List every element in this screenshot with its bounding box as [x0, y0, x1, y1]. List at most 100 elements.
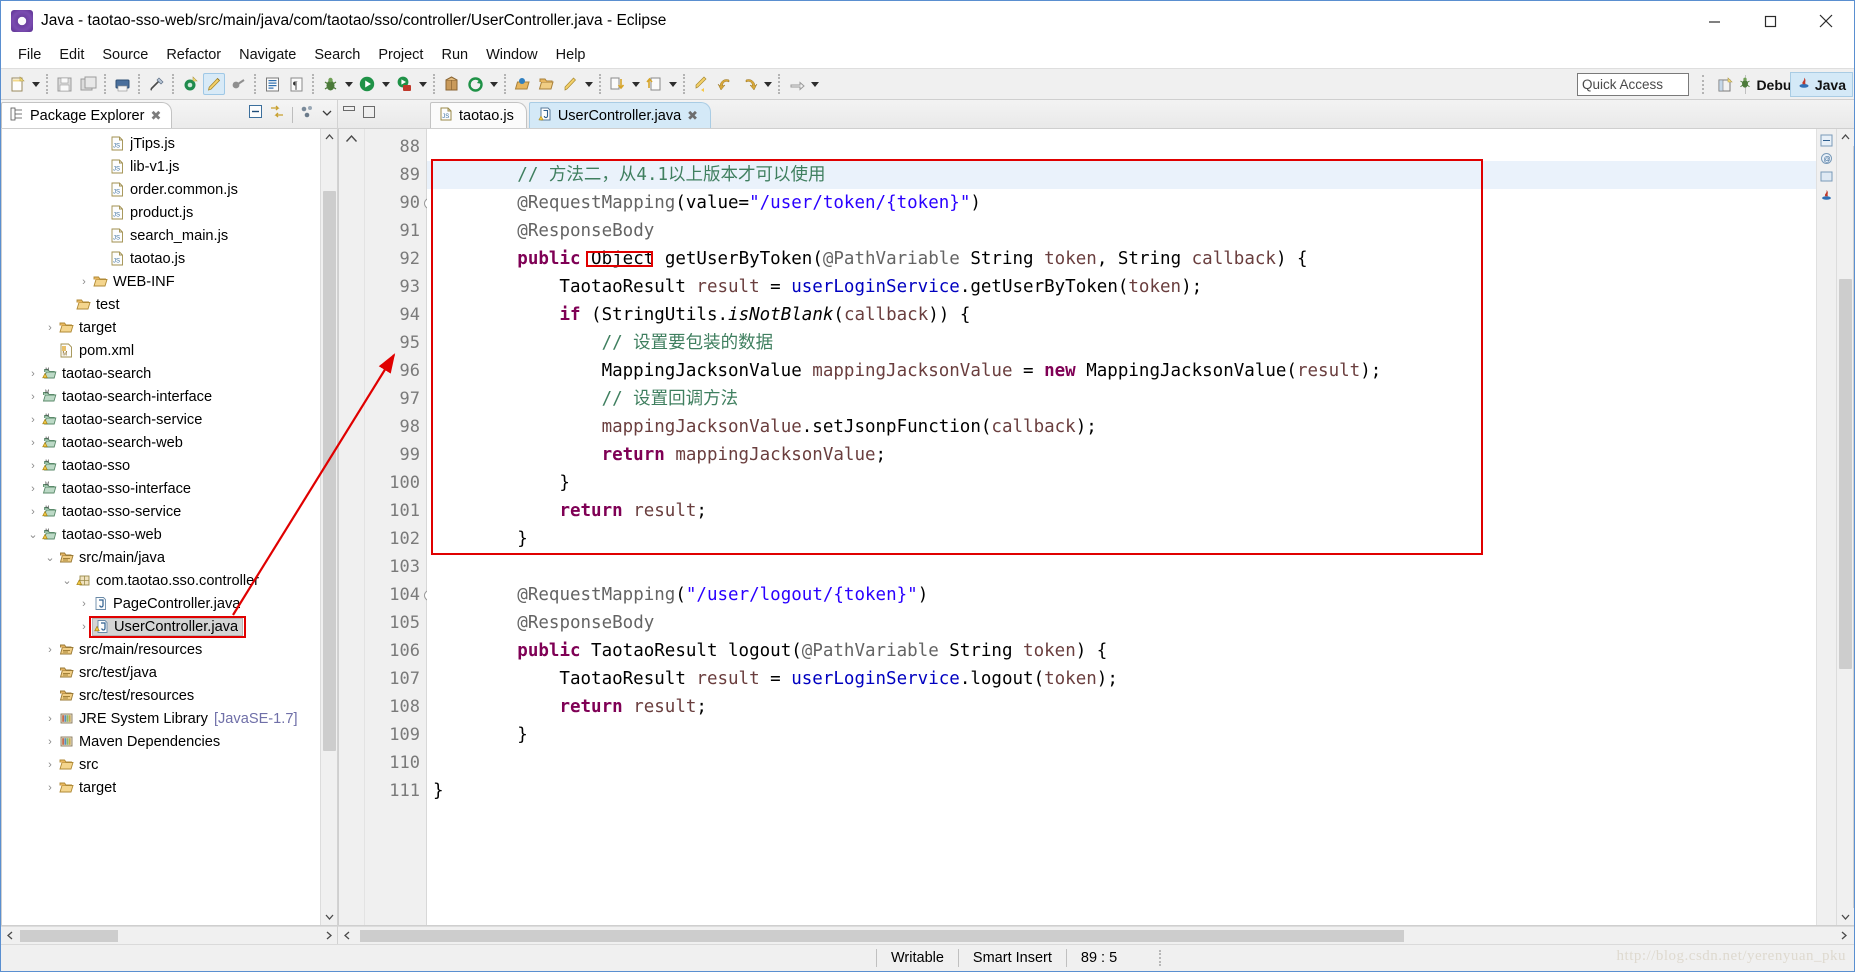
tree-item-web-inf[interactable]: › WEB-INF: [2, 270, 320, 293]
chevron-right-icon[interactable]: ›: [76, 598, 92, 610]
code-line[interactable]: }: [427, 525, 1816, 553]
tree-item-taotao-search-service[interactable]: › Mtaotao-search-service: [2, 408, 320, 431]
new-wizard-icon[interactable]: [6, 73, 28, 95]
overview-marker-java-icon[interactable]: [1819, 187, 1834, 202]
tree-item-taotao-search[interactable]: › Mtaotao-search: [2, 362, 320, 385]
scroll-up-icon[interactable]: [320, 129, 337, 146]
code-line[interactable]: @ResponseBody: [427, 609, 1816, 637]
back-icon[interactable]: [714, 73, 736, 95]
close-icon[interactable]: ✖: [687, 108, 698, 124]
toggle-mark-occurrences-icon[interactable]: [145, 73, 167, 95]
refresh-dropdown-icon[interactable]: [487, 73, 500, 95]
scroll-up-icon[interactable]: [1836, 129, 1854, 146]
new-package-wizard-icon[interactable]: [440, 73, 462, 95]
tree-item-usercontroller-java[interactable]: › UserController.java: [2, 615, 320, 638]
code-line[interactable]: return result;: [427, 693, 1816, 721]
tree-item-jre-system-library[interactable]: › JRE System Library [JavaSE-1.7]: [2, 707, 320, 730]
tree-item-taotao-sso-web[interactable]: ⌄ Mtaotao-sso-web: [2, 523, 320, 546]
run-external-dropdown-icon[interactable]: [416, 73, 429, 95]
run-external-tools-icon[interactable]: [393, 73, 415, 95]
tree-item-search-main-js[interactable]: ›JSsearch_main.js: [2, 224, 320, 247]
tree-item-pom-xml[interactable]: ›Mpom.xml: [2, 339, 320, 362]
code-line[interactable]: MappingJacksonValue mappingJacksonValue …: [427, 357, 1816, 385]
package-explorer-tree[interactable]: › JS jTips.js › JS lib-v1.js › JS order.common.j…: [2, 129, 320, 925]
code-line[interactable]: }: [427, 469, 1816, 497]
next-annotation-icon[interactable]: [606, 73, 628, 95]
code-line[interactable]: TaotaoResult result = userLoginService.l…: [427, 665, 1816, 693]
menu-window[interactable]: Window: [477, 45, 547, 65]
view-chevron-icon[interactable]: [321, 106, 333, 124]
menu-navigate[interactable]: Navigate: [230, 45, 305, 65]
tree-item-src[interactable]: › src: [2, 753, 320, 776]
minimize-view-icon[interactable]: [342, 105, 356, 124]
maximize-view-icon[interactable]: [362, 105, 376, 124]
overview-marker-icon[interactable]: [1819, 133, 1834, 148]
code-line[interactable]: mappingJacksonValue.setJsonpFunction(cal…: [427, 413, 1816, 441]
code-line[interactable]: @ResponseBody: [427, 217, 1816, 245]
previous-annotation-icon[interactable]: [643, 73, 665, 95]
code-line[interactable]: if (StringUtils.isNotBlank(callback)) {: [427, 301, 1816, 329]
chevron-right-icon[interactable]: ›: [76, 621, 92, 633]
tree-item-src-test-java[interactable]: ›src/test/java: [2, 661, 320, 684]
search-icon[interactable]: [559, 73, 581, 95]
debug-dropdown-icon[interactable]: [342, 73, 355, 95]
chevron-right-icon[interactable]: ›: [42, 736, 58, 748]
quick-fix-pencil-icon[interactable]: [203, 73, 225, 95]
last-edit-location-icon[interactable]: [690, 73, 712, 95]
chevron-right-icon[interactable]: ›: [25, 460, 41, 472]
editor-left-gutter[interactable]: [339, 129, 365, 925]
tree-hscroll-thumb[interactable]: [20, 930, 118, 942]
scroll-down-icon[interactable]: [1836, 908, 1854, 925]
debug-icon[interactable]: [319, 73, 341, 95]
show-whitespace-icon[interactable]: ¶: [285, 73, 307, 95]
menu-edit[interactable]: Edit: [50, 45, 93, 65]
editor-tab-usercontroller-java[interactable]: UserController.java ✖: [528, 102, 712, 128]
code-line[interactable]: [427, 553, 1816, 581]
chevron-right-icon[interactable]: ›: [42, 713, 58, 725]
chevron-down-icon[interactable]: ⌄: [25, 528, 41, 541]
code-line[interactable]: [427, 133, 1816, 161]
tree-item-taotao-search-interface[interactable]: › Mtaotao-search-interface: [2, 385, 320, 408]
scroll-right-icon[interactable]: [1834, 927, 1852, 945]
tree-item-lib-v1-js[interactable]: ›JSlib-v1.js: [2, 155, 320, 178]
tree-item-product-js[interactable]: ›JSproduct.js: [2, 201, 320, 224]
tree-item-taotao-sso-service[interactable]: › Mtaotao-sso-service: [2, 500, 320, 523]
menu-search[interactable]: Search: [305, 45, 369, 65]
menu-project[interactable]: Project: [369, 45, 432, 65]
open-type-icon[interactable]: [511, 73, 533, 95]
chevron-right-icon[interactable]: ›: [25, 391, 41, 403]
save-all-icon[interactable]: [77, 73, 99, 95]
run-icon[interactable]: [356, 73, 378, 95]
chevron-right-icon[interactable]: ›: [25, 506, 41, 518]
tree-item-src-main-java[interactable]: ⌄ src/main/java: [2, 546, 320, 569]
tree-item-taotao-sso-interface[interactable]: › Mtaotao-sso-interface: [2, 477, 320, 500]
chevron-right-icon[interactable]: ›: [25, 368, 41, 380]
minimize-button[interactable]: [1686, 1, 1742, 41]
close-button[interactable]: [1798, 1, 1854, 41]
code-line[interactable]: // 方法二，从4.1以上版本才可以使用: [427, 161, 1816, 189]
tree-item-src-main-resources[interactable]: › src/main/resources: [2, 638, 320, 661]
editor-hscroll-thumb[interactable]: [360, 930, 1404, 942]
print-icon[interactable]: [111, 73, 133, 95]
new-wizard-dropdown-icon[interactable]: [29, 73, 42, 95]
chevron-right-icon[interactable]: ›: [25, 483, 41, 495]
tree-item-target[interactable]: › target: [2, 316, 320, 339]
tree-item-order-common-js[interactable]: ›JSorder.common.js: [2, 178, 320, 201]
tree-vertical-scrollbar[interactable]: [320, 129, 337, 925]
code-line[interactable]: return result;: [427, 497, 1816, 525]
editor-vertical-scrollbar[interactable]: [1836, 129, 1854, 925]
forward-nav-dropdown-icon[interactable]: [808, 73, 821, 95]
code-line[interactable]: [427, 749, 1816, 777]
forward-icon[interactable]: [738, 73, 760, 95]
open-resource-icon[interactable]: [535, 73, 557, 95]
chevron-right-icon[interactable]: ›: [76, 276, 92, 288]
previous-annotation-dropdown-icon[interactable]: [666, 73, 679, 95]
menu-refactor[interactable]: Refactor: [157, 45, 230, 65]
menu-help[interactable]: Help: [547, 45, 595, 65]
code-line[interactable]: @RequestMapping(value="/user/token/{toke…: [427, 189, 1816, 217]
link-with-editor-icon[interactable]: [269, 104, 285, 125]
menu-run[interactable]: Run: [432, 45, 477, 65]
tab-package-explorer[interactable]: Package Explorer ✖: [1, 102, 173, 128]
collapse-all-icon[interactable]: [248, 104, 264, 125]
code-line[interactable]: // 设置要包装的数据: [427, 329, 1816, 357]
